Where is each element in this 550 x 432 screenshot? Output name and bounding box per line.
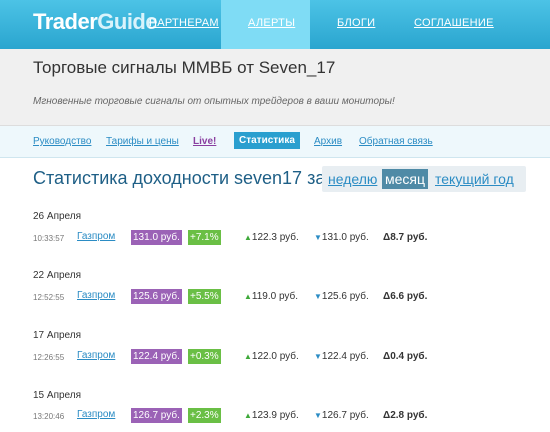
entry-date: 15 Апреля [33,390,82,401]
sub-navigation: Руководство Тарифы и цены Live! Статисти… [0,126,550,158]
signal-low-value: 131.0 руб. [321,232,369,243]
top-navbar: TraderGuide ПАРТНЕРАМ АЛЕРТЫ БЛОГИ СОГЛА… [0,0,550,49]
signal-change: +0.3% [188,349,221,364]
signal-low: ▼125.6 руб. [314,291,369,302]
signal-ticker[interactable]: Газпром [77,350,115,361]
logo-text-part1: Trader [33,9,98,34]
page-subtitle: Мгновенные торговые сигналы от опытных т… [33,96,395,107]
signal-ticker[interactable]: Газпром [77,409,115,420]
arrow-up-icon: ▲ [244,292,252,301]
signal-change: +5.5% [188,289,221,304]
signal-price: 125.6 руб. [131,289,182,304]
nav-blogs[interactable]: БЛОГИ [337,17,375,29]
arrow-down-icon: ▼ [314,352,322,361]
signal-high-value: 123.9 руб. [251,410,299,421]
signal-delta: Δ8.7 руб. [383,232,428,243]
signal-ticker[interactable]: Газпром [77,231,115,242]
period-current-year[interactable]: текущий год [435,171,514,187]
signal-high-value: 119.0 руб. [251,291,299,302]
signal-price: 126.7 руб. [131,408,182,423]
signal-time: 12:26:55 [33,353,65,362]
signal-delta: Δ0.4 руб. [383,351,428,362]
signal-high-value: 122.0 руб. [251,351,299,362]
signal-time: 13:20:46 [33,412,65,421]
signal-price: 122.4 руб. [131,349,182,364]
signal-delta: Δ6.6 руб. [383,291,428,302]
signal-change: +2.3% [188,408,221,423]
nav-alerts[interactable]: АЛЕРТЫ [248,17,295,29]
period-month[interactable]: месяц [382,169,429,189]
signal-delta: Δ2.8 руб. [383,410,428,421]
signal-low: ▼126.7 руб. [314,410,369,421]
signal-high: ▲122.0 руб. [244,351,299,362]
signal-low: ▼122.4 руб. [314,351,369,362]
period-week[interactable]: неделю [328,171,377,187]
arrow-up-icon: ▲ [244,352,252,361]
subnav-feedback[interactable]: Обратная связь [359,136,433,147]
signal-time: 10:33:57 [33,234,65,243]
signal-ticker[interactable]: Газпром [77,290,115,301]
nav-agreement[interactable]: СОГЛАШЕНИЕ [414,17,494,29]
subnav-statistics[interactable]: Статистика [234,132,300,149]
signal-row: 12:26:55 Газпром 122.4 руб. +0.3% ▲122.0… [0,349,550,365]
site-logo[interactable]: TraderGuide [33,9,158,35]
subnav-archive[interactable]: Архив [314,136,342,147]
entry-date: 26 Апреля [33,211,82,222]
arrow-down-icon: ▼ [314,411,322,420]
arrow-up-icon: ▲ [244,411,252,420]
signal-high: ▲119.0 руб. [244,291,298,302]
arrow-down-icon: ▼ [314,292,322,301]
signal-low-value: 125.6 руб. [321,291,369,302]
statistics-title: Статистика доходности seven17 за [33,168,326,188]
page-title: Торговые сигналы ММВБ от Seven_17 [33,58,336,77]
signal-low: ▼131.0 руб. [314,232,369,243]
subnav-guide[interactable]: Руководство [33,136,91,147]
signal-low-value: 122.4 руб. [321,351,369,362]
page-header: Торговые сигналы ММВБ от Seven_17 Мгнове… [0,49,550,126]
signal-high: ▲122.3 руб. [244,232,299,243]
signal-price: 131.0 руб. [131,230,182,245]
signal-row: 12:52:55 Газпром 125.6 руб. +5.5% ▲119.0… [0,289,550,305]
signal-change: +7.1% [188,230,221,245]
arrow-up-icon: ▲ [244,233,252,242]
entry-date: 17 Апреля [33,330,82,341]
signal-row: 13:20:46 Газпром 126.7 руб. +2.3% ▲123.9… [0,408,550,424]
period-selector: неделю месяц текущий год [322,166,526,192]
signal-high: ▲123.9 руб. [244,410,299,421]
arrow-down-icon: ▼ [314,233,322,242]
signal-row: 10:33:57 Газпром 131.0 руб. +7.1% ▲122.3… [0,230,550,246]
signal-high-value: 122.3 руб. [251,232,299,243]
entry-date: 22 Апреля [33,270,82,281]
signal-time: 12:52:55 [33,293,65,302]
signal-low-value: 126.7 руб. [321,410,369,421]
subnav-live[interactable]: Live! [193,136,216,147]
nav-partners[interactable]: ПАРТНЕРАМ [149,17,219,29]
subnav-pricing[interactable]: Тарифы и цены [106,136,179,147]
